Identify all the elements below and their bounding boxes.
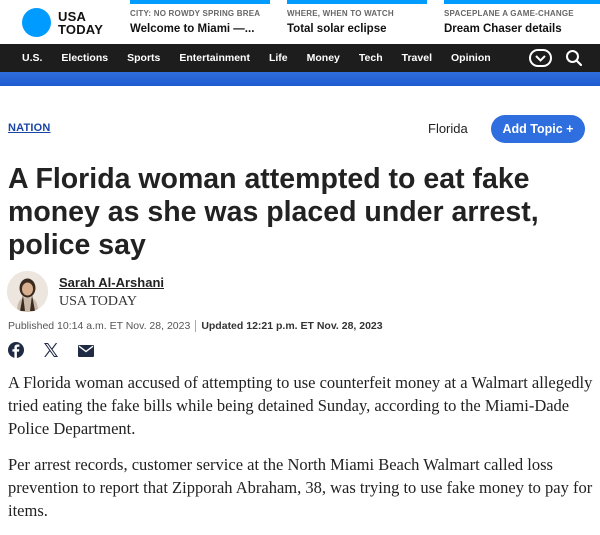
- main-nav: U.S. Elections Sports Entertainment Life…: [0, 44, 600, 72]
- promo-headline: Welcome to Miami —...: [130, 23, 255, 35]
- nav-item-opinion[interactable]: Opinion: [451, 52, 491, 64]
- usa-today-logo[interactable]: USA TODAY: [22, 8, 103, 37]
- nav-item-travel[interactable]: Travel: [402, 52, 432, 64]
- add-topic-button[interactable]: Add Topic +: [491, 115, 585, 143]
- article-paragraph: Per arrest records, customer service at …: [8, 455, 593, 520]
- published-date: Published 10:14 a.m. ET Nov. 28, 2023: [8, 320, 191, 332]
- article-headline: A Florida woman attempted to eat fake mo…: [8, 163, 539, 261]
- updated-date: Updated 12:21 p.m. ET Nov. 28, 2023: [201, 320, 383, 332]
- top-promo-bar: USA TODAY CITY: NO ROWDY SPRING BREA Wel…: [0, 0, 600, 44]
- section-link-nation[interactable]: NATION: [8, 122, 51, 134]
- topic-label: Florida: [428, 121, 468, 136]
- nav-item-entertainment[interactable]: Entertainment: [179, 52, 250, 64]
- promo-kicker: SPACEPLANE A GAME-CHANGE: [444, 9, 574, 18]
- promo-card-2[interactable]: WHERE, WHEN TO WATCH Total solar eclipse: [287, 0, 427, 40]
- email-icon[interactable]: [78, 344, 94, 362]
- share-bar: [8, 342, 94, 363]
- logo-line-1: USA: [58, 8, 87, 24]
- nav-item-sports[interactable]: Sports: [127, 52, 160, 64]
- nav-item-life[interactable]: Life: [269, 52, 288, 64]
- promo-card-3[interactable]: SPACEPLANE A GAME-CHANGE Dream Chaser de…: [444, 0, 600, 40]
- promo-headline: Total solar eclipse: [287, 23, 387, 35]
- author-avatar[interactable]: [7, 271, 48, 312]
- date-divider: [195, 320, 197, 333]
- promo-kicker: WHERE, WHEN TO WATCH: [287, 9, 394, 18]
- nav-item-elections[interactable]: Elections: [61, 52, 108, 64]
- logo-text: USA TODAY: [58, 10, 103, 36]
- promo-card-1[interactable]: CITY: NO ROWDY SPRING BREA Welcome to Mi…: [130, 0, 270, 40]
- promo-headline: Dream Chaser details: [444, 23, 562, 35]
- search-icon[interactable]: [565, 49, 583, 67]
- nav-item-us[interactable]: U.S.: [22, 52, 42, 64]
- facebook-icon[interactable]: [8, 342, 24, 363]
- logo-line-2: TODAY: [58, 21, 104, 37]
- publish-dates: Published 10:14 a.m. ET Nov. 28, 2023 Upd…: [8, 320, 383, 333]
- promo-kicker: CITY: NO ROWDY SPRING BREA: [130, 9, 261, 18]
- article-paragraph: A Florida woman accused of attempting to…: [8, 373, 593, 438]
- article-body: A Florida woman accused of attempting to…: [8, 371, 593, 535]
- logo-circle-icon: [22, 8, 51, 37]
- chevron-down-icon[interactable]: [529, 49, 552, 67]
- author-org: USA TODAY: [59, 294, 137, 309]
- nav-item-tech[interactable]: Tech: [359, 52, 383, 64]
- nav-item-money[interactable]: Money: [307, 52, 340, 64]
- nav-accent-strip: [0, 72, 600, 86]
- author-name-link[interactable]: Sarah Al-Arshani: [59, 275, 164, 290]
- x-icon[interactable]: [43, 342, 59, 363]
